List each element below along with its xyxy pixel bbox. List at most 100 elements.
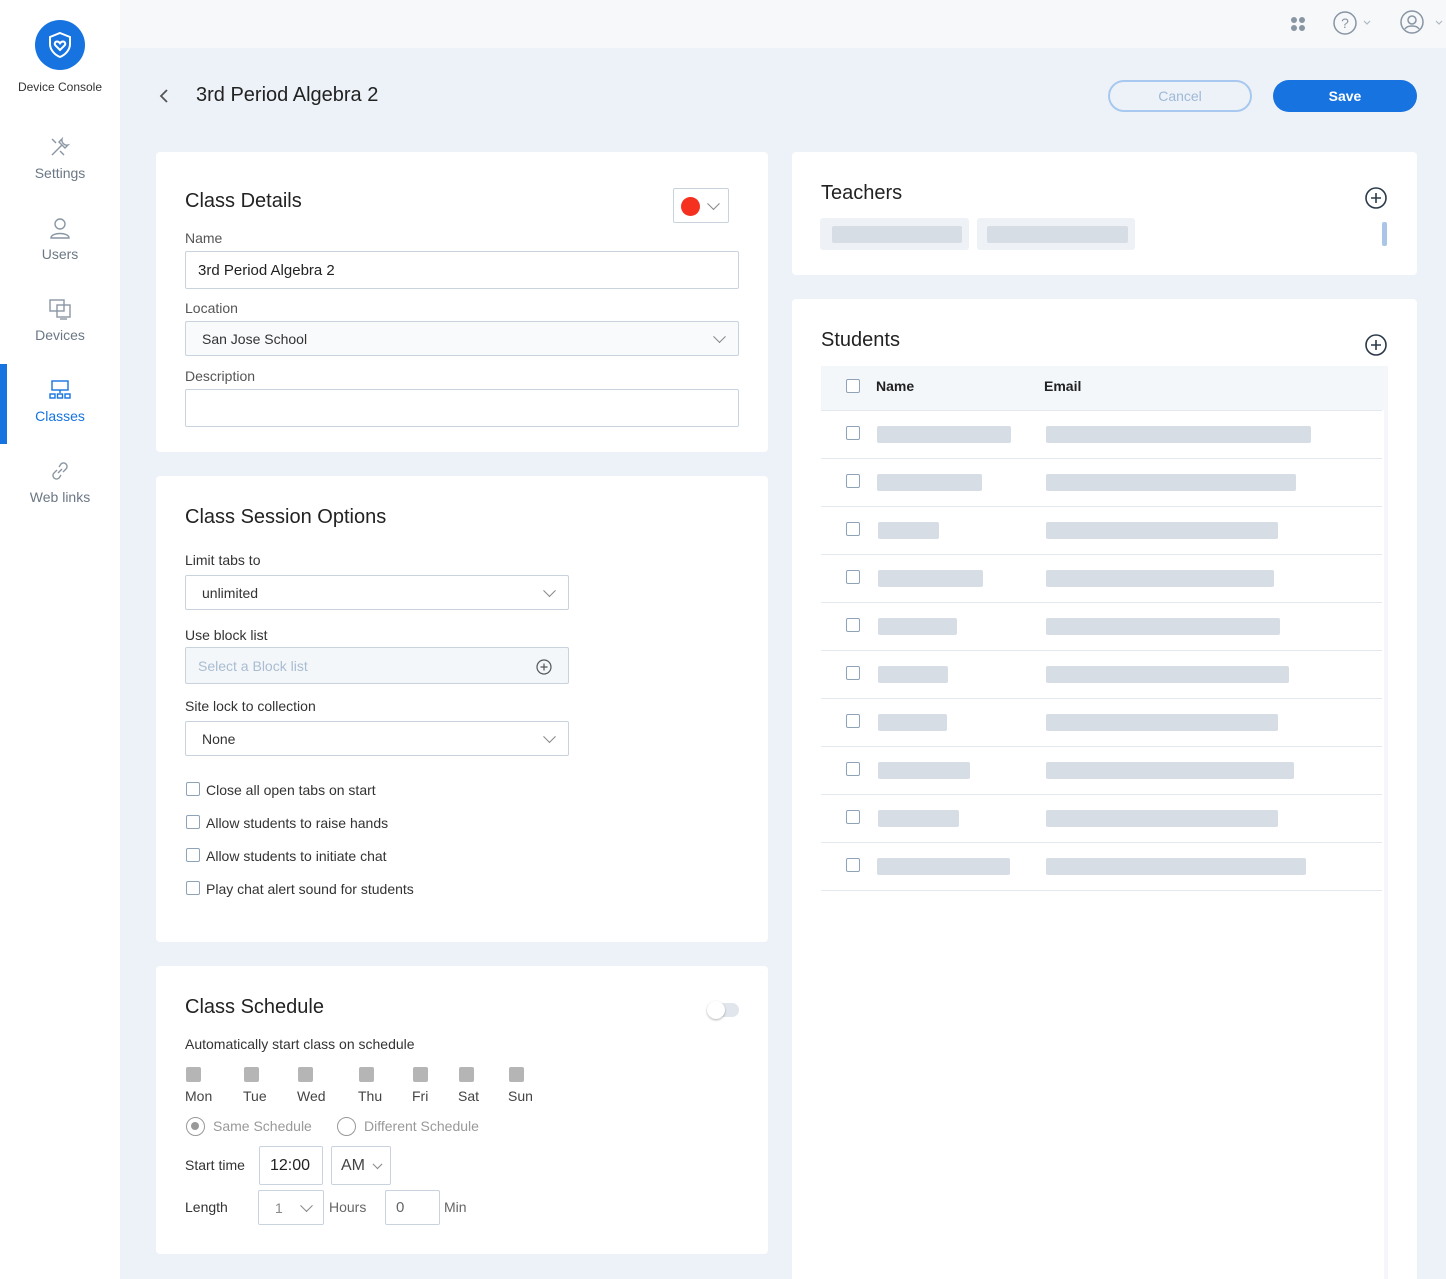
sidebar-item-web-links[interactable]: Web links <box>0 445 120 525</box>
back-chevron-icon[interactable] <box>155 84 175 108</box>
students-scrollbar-track[interactable] <box>1384 366 1388 1279</box>
divider <box>821 506 1382 507</box>
row-checkbox[interactable] <box>846 618 860 632</box>
divider <box>821 794 1382 795</box>
divider <box>821 410 1382 411</box>
location-label: Location <box>185 300 238 316</box>
teachers-scrollbar[interactable] <box>1382 222 1387 246</box>
sidebar-item-classes[interactable]: Classes <box>0 364 120 444</box>
teachers-card <box>792 152 1417 275</box>
student-name-placeholder <box>877 858 1010 875</box>
color-picker[interactable] <box>673 188 729 223</box>
row-checkbox[interactable] <box>846 570 860 584</box>
day-checkbox-thu[interactable] <box>359 1067 374 1082</box>
location-select[interactable]: San Jose School <box>185 321 739 356</box>
description-label: Description <box>185 368 256 384</box>
teacher-name-placeholder <box>987 226 1128 243</box>
chevron-down-icon <box>543 583 556 597</box>
close-tabs-label: Close all open tabs on start <box>206 782 376 798</box>
day-checkbox-sat[interactable] <box>459 1067 474 1082</box>
sidebar-item-label: Settings <box>34 165 86 181</box>
select-all-checkbox[interactable] <box>846 379 860 393</box>
day-checkbox-wed[interactable] <box>298 1067 313 1082</box>
raise-hands-checkbox[interactable] <box>186 815 200 829</box>
sidebar-item-devices[interactable]: Devices <box>0 283 120 363</box>
ampm-value: AM <box>341 1156 365 1174</box>
teacher-chip[interactable] <box>820 218 969 250</box>
add-student-icon[interactable] <box>1364 333 1388 357</box>
block-list-select[interactable]: Select a Block list <box>185 647 569 684</box>
row-checkbox[interactable] <box>846 858 860 872</box>
students-title: Students <box>821 329 900 351</box>
student-email-placeholder <box>1046 474 1296 491</box>
chevron-down-icon <box>707 196 720 210</box>
save-button[interactable]: Save <box>1273 80 1417 112</box>
student-name-placeholder <box>878 570 983 587</box>
session-options-title: Class Session Options <box>185 506 387 528</box>
add-circle-icon[interactable] <box>536 659 552 675</box>
student-name-placeholder <box>878 666 948 683</box>
sidebar-item-label: Classes <box>35 408 85 424</box>
initiate-chat-label: Allow students to initiate chat <box>206 848 387 864</box>
row-checkbox[interactable] <box>846 666 860 680</box>
row-checkbox[interactable] <box>846 762 860 776</box>
apps-grid-icon[interactable] <box>1290 16 1306 32</box>
top-bar: ? <box>120 0 1446 48</box>
day-label-fri: Fri <box>412 1088 429 1104</box>
row-checkbox[interactable] <box>846 810 860 824</box>
toggle-knob <box>707 1001 725 1019</box>
student-name-placeholder <box>878 762 970 779</box>
day-checkbox-mon[interactable] <box>186 1067 201 1082</box>
teacher-chip[interactable] <box>977 218 1135 250</box>
row-checkbox[interactable] <box>846 474 860 488</box>
divider <box>821 890 1382 891</box>
start-time-input[interactable]: 12:00 <box>259 1146 323 1185</box>
sidebar-item-settings[interactable]: Settings <box>0 121 120 201</box>
cancel-button[interactable]: Cancel <box>1108 80 1252 112</box>
student-email-placeholder <box>1046 426 1311 443</box>
student-name-placeholder <box>878 522 939 539</box>
ampm-select[interactable]: AM <box>331 1146 391 1185</box>
class-details-title: Class Details <box>185 190 302 212</box>
initiate-chat-checkbox[interactable] <box>186 848 200 862</box>
row-checkbox[interactable] <box>846 426 860 440</box>
limit-tabs-select[interactable]: unlimited <box>185 575 569 610</box>
close-tabs-checkbox[interactable] <box>186 782 200 796</box>
sidebar-item-users[interactable]: Users <box>0 202 120 282</box>
account-icon[interactable] <box>1398 10 1446 36</box>
student-email-placeholder <box>1046 858 1306 875</box>
sidebar-item-label: Devices <box>35 327 85 343</box>
description-input[interactable] <box>185 389 739 427</box>
shield-heart-logo-icon <box>35 20 85 70</box>
color-swatch <box>681 197 700 216</box>
day-checkbox-fri[interactable] <box>413 1067 428 1082</box>
link-icon <box>52 462 68 480</box>
raise-hands-label: Allow students to raise hands <box>206 815 389 831</box>
divider <box>821 698 1382 699</box>
chat-sound-checkbox[interactable] <box>186 881 200 895</box>
schedule-title: Class Schedule <box>185 996 324 1018</box>
help-icon[interactable]: ? <box>1332 10 1380 36</box>
limit-tabs-label: Limit tabs to <box>185 552 261 568</box>
row-checkbox[interactable] <box>846 714 860 728</box>
schedule-toggle[interactable] <box>707 1001 739 1019</box>
hours-select[interactable]: 1 <box>258 1190 324 1225</box>
limit-tabs-value: unlimited <box>202 584 259 601</box>
site-lock-select[interactable]: None <box>185 721 569 756</box>
minutes-input[interactable]: 0 <box>385 1190 440 1225</box>
day-checkbox-sun[interactable] <box>509 1067 524 1082</box>
name-input[interactable]: 3rd Period Algebra 2 <box>185 251 739 289</box>
different-schedule-radio[interactable] <box>337 1117 356 1136</box>
day-checkbox-tue[interactable] <box>244 1067 259 1082</box>
brand-name: Device Console <box>17 80 103 94</box>
day-label-sun: Sun <box>508 1088 533 1104</box>
same-schedule-radio[interactable] <box>186 1117 205 1136</box>
divider <box>821 650 1382 651</box>
day-label-tue: Tue <box>243 1088 267 1104</box>
chevron-down-icon <box>713 329 726 343</box>
add-teacher-icon[interactable] <box>1364 186 1388 210</box>
day-label-thu: Thu <box>358 1088 383 1104</box>
student-name-placeholder <box>877 474 982 491</box>
site-lock-value: None <box>202 730 236 747</box>
row-checkbox[interactable] <box>846 522 860 536</box>
